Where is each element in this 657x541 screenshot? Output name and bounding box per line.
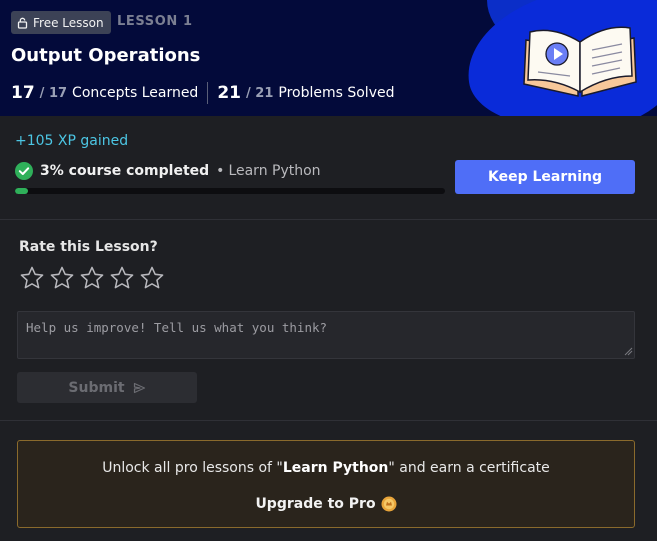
stats-divider [207,82,209,104]
submit-label: Submit [68,379,125,396]
bullet-separator: • [216,163,225,179]
pro-course-name: Learn Python [282,460,389,476]
pro-message: Unlock all pro lessons of "Learn Python"… [18,460,634,476]
lesson-number: LESSON 1 [117,14,193,29]
star-2-icon[interactable] [49,265,75,291]
progress-bar [15,188,445,194]
progress-bar-fill [15,188,28,194]
open-book-video-icon [523,26,637,97]
send-arrow-icon [133,382,145,393]
submit-button[interactable]: Submit [17,372,197,403]
lesson-stats: 17 / 17 Concepts Learned 21 / 21 Problem… [11,82,394,104]
star-5-icon[interactable] [139,265,165,291]
concepts-label: Concepts Learned [72,85,199,101]
lesson-header: Free Lesson LESSON 1 Output Operations 1… [0,0,657,116]
pro-text-before: Unlock all pro lessons of " [102,460,283,476]
star-4-icon[interactable] [109,265,135,291]
completion-percent: 3% course completed [40,163,210,179]
upgrade-to-pro-link[interactable]: Upgrade to Pro [18,496,634,512]
star-1-icon[interactable] [19,265,45,291]
badge-label: Free Lesson [33,15,104,30]
rate-lesson-label: Rate this Lesson? [19,239,158,255]
concepts-done: 17 [11,83,35,103]
concepts-total: / 17 [39,85,68,101]
pro-coin-icon [381,496,397,512]
upgrade-pro-card: Unlock all pro lessons of "Learn Python"… [17,440,635,528]
course-name: Learn Python [228,163,321,179]
section-divider-2 [0,420,657,421]
problems-done: 21 [217,83,241,103]
upgrade-label: Upgrade to Pro [255,496,376,512]
xp-gained: +105 XP gained [15,133,129,149]
keep-learning-button[interactable]: Keep Learning [455,160,635,194]
section-divider [0,219,657,220]
star-3-icon[interactable] [79,265,105,291]
lock-icon [17,17,28,29]
feedback-textarea[interactable] [17,311,635,359]
course-progress: 3% course completed • Learn Python [15,160,321,182]
star-rating [19,265,165,291]
problems-label: Problems Solved [278,85,395,101]
resize-handle-icon[interactable] [623,346,633,356]
free-lesson-badge: Free Lesson [11,11,111,34]
pro-text-after: " and earn a certificate [388,460,550,476]
problems-total: / 21 [246,85,274,101]
check-circle-icon [15,162,33,180]
page-title: Output Operations [11,45,201,66]
